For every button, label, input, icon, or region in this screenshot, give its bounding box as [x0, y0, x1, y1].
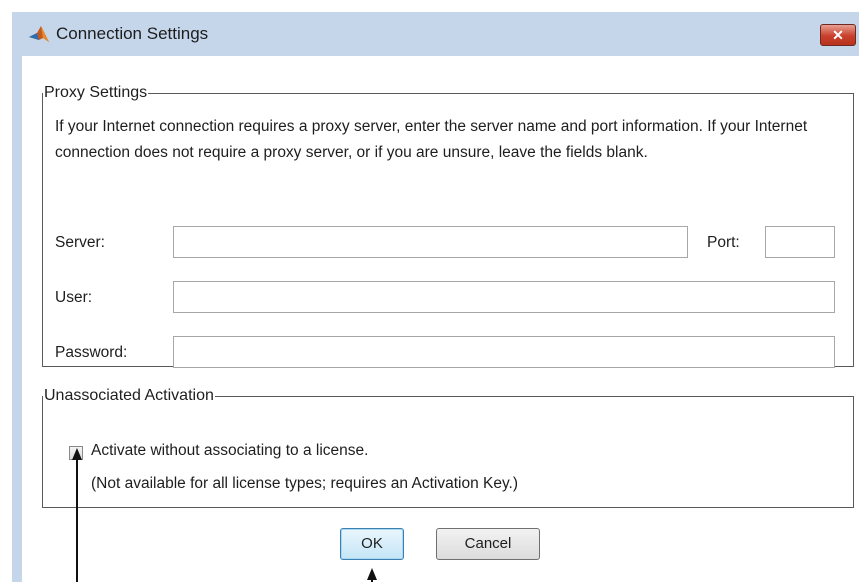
- ok-button[interactable]: OK: [340, 528, 404, 560]
- title-bar[interactable]: Connection Settings ✕: [12, 12, 859, 56]
- activation-key-note: (Not available for all license types; re…: [91, 475, 519, 492]
- proxy-settings-group: Proxy Settings If your Internet connecti…: [42, 84, 854, 368]
- cancel-button[interactable]: Cancel: [436, 528, 540, 560]
- activate-without-license-label[interactable]: Activate without associating to a licens…: [91, 442, 368, 460]
- proxy-description: If your Internet connection requires a p…: [55, 118, 808, 161]
- callout-arrow-head: [367, 568, 377, 580]
- password-input[interactable]: [173, 336, 835, 368]
- unassociated-activation-group: Unassociated Activation Activate without…: [42, 387, 854, 508]
- matlab-logo-icon: [29, 26, 49, 42]
- unassociated-activation-legend: Unassociated Activation: [44, 387, 214, 404]
- dialog-body: Proxy Settings If your Internet connecti…: [22, 56, 859, 582]
- user-label: User:: [55, 289, 93, 306]
- user-input[interactable]: [173, 281, 835, 313]
- port-label: Port:: [707, 234, 740, 251]
- connection-settings-window: Connection Settings ✕ Proxy Settings If …: [12, 12, 859, 582]
- server-input[interactable]: [173, 226, 688, 258]
- port-input[interactable]: [765, 226, 835, 258]
- server-label: Server:: [55, 234, 105, 251]
- password-label: Password:: [55, 344, 128, 361]
- window-title: Connection Settings: [56, 24, 209, 43]
- proxy-settings-legend: Proxy Settings: [44, 84, 148, 101]
- callout-arrow-head: [72, 448, 82, 460]
- callout-arrow-line: [76, 458, 78, 582]
- close-button[interactable]: ✕: [820, 24, 856, 46]
